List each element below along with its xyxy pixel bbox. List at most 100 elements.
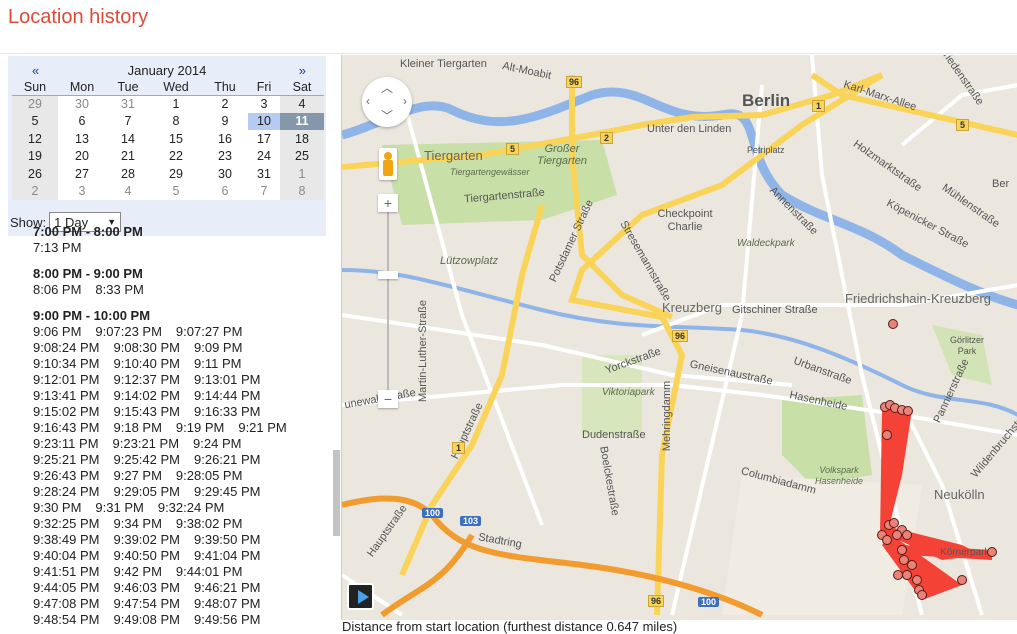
sidebar-scrollbar[interactable]: [333, 450, 340, 536]
calendar-day[interactable]: 7: [106, 112, 150, 130]
time-entry-link[interactable]: 9:38:49 PM: [33, 532, 100, 547]
calendar-day[interactable]: 3: [248, 95, 280, 113]
play-animation-button[interactable]: [347, 583, 374, 610]
zoom-slider-track[interactable]: [387, 210, 389, 400]
zoom-out-button[interactable]: −: [378, 390, 398, 408]
location-point-marker[interactable]: [903, 406, 913, 416]
calendar-day[interactable]: 30: [202, 165, 248, 183]
time-entry-link[interactable]: 9:44:01 PM: [176, 564, 243, 579]
time-entry-link[interactable]: 9:46:21 PM: [194, 580, 261, 595]
calendar-day[interactable]: 2: [202, 95, 248, 113]
calendar-day[interactable]: 4: [280, 95, 324, 113]
time-entry-link[interactable]: 9:14:44 PM: [194, 388, 261, 403]
calendar-day[interactable]: 4: [106, 182, 150, 200]
time-entry-link[interactable]: 9:49:56 PM: [194, 612, 261, 625]
zoom-slider-handle[interactable]: [378, 271, 398, 279]
time-entry-link[interactable]: 9:14:02 PM: [114, 388, 181, 403]
calendar-day[interactable]: 14: [106, 130, 150, 148]
calendar-day[interactable]: 30: [58, 95, 106, 113]
map[interactable]: Kleiner Tiergarten Alt-Moabit Berlin Unt…: [341, 55, 1017, 620]
calendar-day[interactable]: 7: [248, 182, 280, 200]
location-point-marker[interactable]: [888, 319, 898, 329]
calendar-day[interactable]: 11: [280, 112, 324, 130]
time-entry-link[interactable]: 9:13:41 PM: [33, 388, 100, 403]
time-entry-link[interactable]: 9:26:21 PM: [194, 452, 261, 467]
time-entry-link[interactable]: 9:18 PM: [114, 420, 162, 435]
time-entry-link[interactable]: 9:21 PM: [238, 420, 286, 435]
time-entry-link[interactable]: 9:47:54 PM: [114, 596, 181, 611]
time-entry-link[interactable]: 7:13 PM: [33, 240, 81, 255]
time-entry-link[interactable]: 9:06 PM: [33, 324, 81, 339]
time-entry-link[interactable]: 8:33 PM: [95, 282, 143, 297]
pan-control[interactable]: ︿ ‹ › ﹀: [362, 77, 412, 127]
time-entry-link[interactable]: 9:41:04 PM: [194, 548, 261, 563]
calendar-day[interactable]: 5: [150, 182, 202, 200]
time-entry-link[interactable]: 9:47:08 PM: [33, 596, 100, 611]
location-point-marker[interactable]: [892, 530, 902, 540]
pan-up-icon[interactable]: ︿: [381, 79, 393, 96]
time-entry-link[interactable]: 9:46:03 PM: [114, 580, 181, 595]
location-point-marker[interactable]: [957, 575, 967, 585]
time-entry-link[interactable]: 9:42 PM: [114, 564, 162, 579]
zoom-in-button[interactable]: +: [378, 194, 398, 212]
time-entry-link[interactable]: 9:48:54 PM: [33, 612, 100, 625]
calendar-day[interactable]: 31: [248, 165, 280, 183]
calendar-day[interactable]: 8: [150, 112, 202, 130]
location-point-marker[interactable]: [987, 547, 997, 557]
calendar-day[interactable]: 24: [248, 147, 280, 165]
calendar-day[interactable]: 1: [150, 95, 202, 113]
time-entry-link[interactable]: 9:12:01 PM: [33, 372, 100, 387]
calendar-day[interactable]: 6: [202, 182, 248, 200]
location-point-marker[interactable]: [882, 535, 892, 545]
time-entry-link[interactable]: 9:26:43 PM: [33, 468, 100, 483]
calendar-day[interactable]: 6: [58, 112, 106, 130]
time-entry-link[interactable]: 9:40:50 PM: [114, 548, 181, 563]
time-entry-link[interactable]: 9:32:24 PM: [158, 500, 225, 515]
calendar-day[interactable]: 8: [280, 182, 324, 200]
location-point-marker[interactable]: [902, 530, 912, 540]
location-point-marker[interactable]: [882, 430, 892, 440]
calendar-day[interactable]: 26: [12, 165, 58, 183]
time-entry-link[interactable]: 8:06 PM: [33, 282, 81, 297]
calendar-day[interactable]: 25: [280, 147, 324, 165]
time-entry-link[interactable]: 9:38:02 PM: [176, 516, 243, 531]
calendar-day[interactable]: 10: [248, 112, 280, 130]
time-entry-link[interactable]: 9:09 PM: [194, 340, 242, 355]
location-point-marker[interactable]: [907, 560, 917, 570]
time-entry-link[interactable]: 9:29:05 PM: [114, 484, 181, 499]
time-entry-link[interactable]: 9:13:01 PM: [194, 372, 261, 387]
time-entry-link[interactable]: 9:07:23 PM: [95, 324, 162, 339]
location-point-marker[interactable]: [917, 590, 927, 600]
calendar-day[interactable]: 20: [58, 147, 106, 165]
time-entry-link[interactable]: 9:41:51 PM: [33, 564, 100, 579]
time-entry-link[interactable]: 9:08:24 PM: [33, 340, 100, 355]
time-entry-link[interactable]: 9:40:04 PM: [33, 548, 100, 563]
time-entry-link[interactable]: 9:19 PM: [176, 420, 224, 435]
time-entry-link[interactable]: 9:48:07 PM: [194, 596, 261, 611]
time-entry-link[interactable]: 9:49:08 PM: [114, 612, 181, 625]
time-entry-link[interactable]: 9:25:21 PM: [33, 452, 100, 467]
calendar-day[interactable]: 3: [58, 182, 106, 200]
time-entry-link[interactable]: 9:07:27 PM: [176, 324, 243, 339]
calendar-day[interactable]: 16: [202, 130, 248, 148]
time-entry-link[interactable]: 9:25:42 PM: [114, 452, 181, 467]
time-entry-link[interactable]: 9:28:05 PM: [176, 468, 243, 483]
time-entry-link[interactable]: 9:23:21 PM: [113, 436, 180, 451]
calendar-day[interactable]: 29: [12, 95, 58, 113]
time-entry-link[interactable]: 9:34 PM: [114, 516, 162, 531]
time-entry-link[interactable]: 9:10:34 PM: [33, 356, 100, 371]
calendar-day[interactable]: 19: [12, 147, 58, 165]
time-entry-link[interactable]: 9:16:43 PM: [33, 420, 100, 435]
street-view-pegman-icon[interactable]: [379, 148, 397, 180]
location-point-marker[interactable]: [897, 545, 907, 555]
calendar-day[interactable]: 5: [12, 112, 58, 130]
time-entry-link[interactable]: 9:24 PM: [193, 436, 241, 451]
calendar-day[interactable]: 29: [150, 165, 202, 183]
next-month-button[interactable]: »: [299, 63, 306, 78]
time-entry-link[interactable]: 9:39:02 PM: [114, 532, 181, 547]
location-point-marker[interactable]: [912, 575, 922, 585]
time-entry-link[interactable]: 9:32:25 PM: [33, 516, 100, 531]
time-entry-link[interactable]: 9:28:24 PM: [33, 484, 100, 499]
calendar-day[interactable]: 17: [248, 130, 280, 148]
time-entry-link[interactable]: 9:10:40 PM: [114, 356, 181, 371]
